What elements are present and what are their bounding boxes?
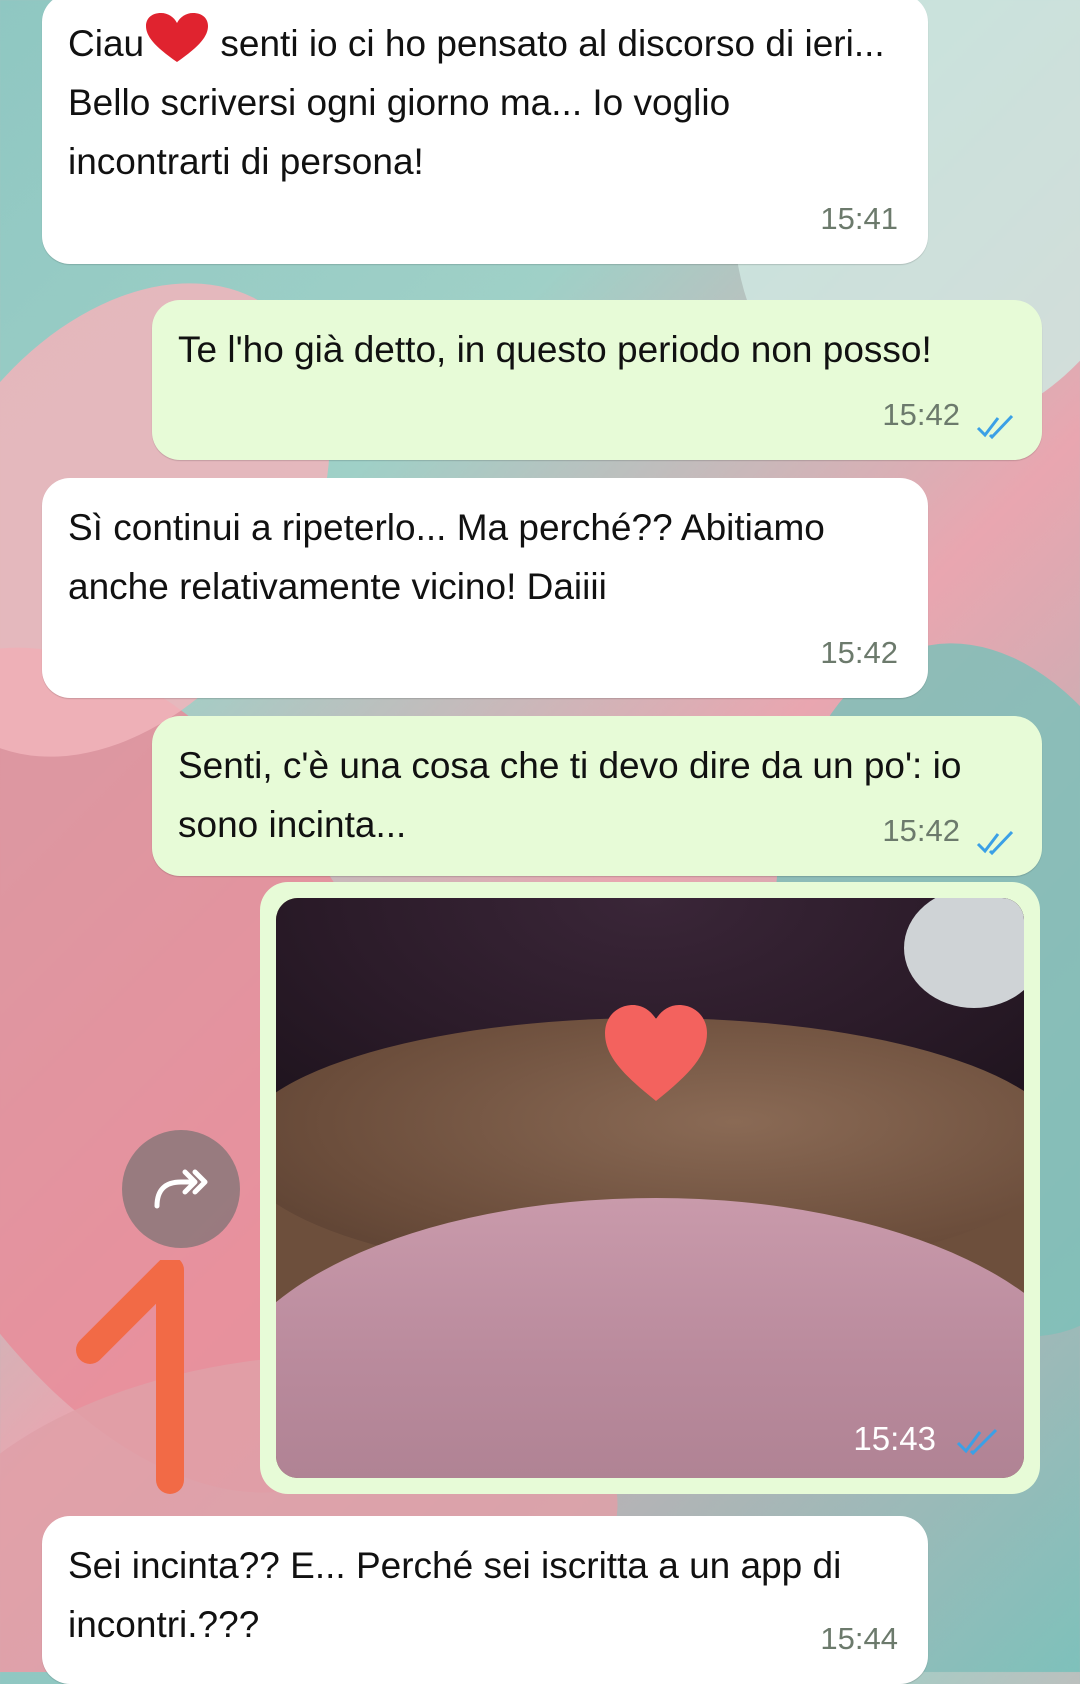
heart-emoji-icon bbox=[146, 13, 209, 62]
read-receipt-icon bbox=[956, 1428, 998, 1456]
message-incoming[interactable]: Ciau senti io ci ho pensato al discorso … bbox=[42, 0, 928, 264]
message-incoming[interactable]: Sì continui a ripeterlo... Ma perché?? A… bbox=[42, 478, 928, 698]
forward-icon bbox=[154, 1169, 208, 1209]
message-outgoing[interactable]: Te l'ho già detto, in questo periodo non… bbox=[152, 300, 1042, 460]
message-text: Sei incinta?? E... Perché sei iscritta a… bbox=[68, 1545, 842, 1645]
message-time: 15:42 bbox=[820, 635, 898, 670]
message-outgoing[interactable]: Senti, c'è una cosa che ti devo dire da … bbox=[152, 716, 1042, 876]
message-text: Sì continui a ripeterlo... Ma perché?? A… bbox=[68, 507, 825, 607]
message-text: Te l'ho già detto, in questo periodo non… bbox=[178, 329, 932, 370]
message-incoming[interactable]: Sei incinta?? E... Perché sei iscritta a… bbox=[42, 1516, 928, 1684]
message-text-prefix: Ciau bbox=[68, 23, 145, 64]
orange-arrow-annotation bbox=[76, 1260, 184, 1494]
message-time: 15:41 bbox=[820, 201, 898, 236]
message-time: 15:42 bbox=[882, 813, 960, 848]
message-time: 15:44 bbox=[820, 1621, 898, 1656]
heart-sticker-icon bbox=[605, 1005, 707, 1101]
message-time: 15:42 bbox=[882, 397, 960, 432]
read-receipt-icon bbox=[976, 830, 1014, 856]
message-text: Ciau senti io ci ho pensato al discorso … bbox=[68, 12, 902, 191]
forward-button[interactable] bbox=[122, 1130, 240, 1248]
photo[interactable] bbox=[276, 898, 1024, 1478]
message-time: 15:43 bbox=[853, 1420, 936, 1457]
image-message[interactable]: 15:43 bbox=[260, 882, 1040, 1494]
read-receipt-icon bbox=[976, 414, 1014, 440]
